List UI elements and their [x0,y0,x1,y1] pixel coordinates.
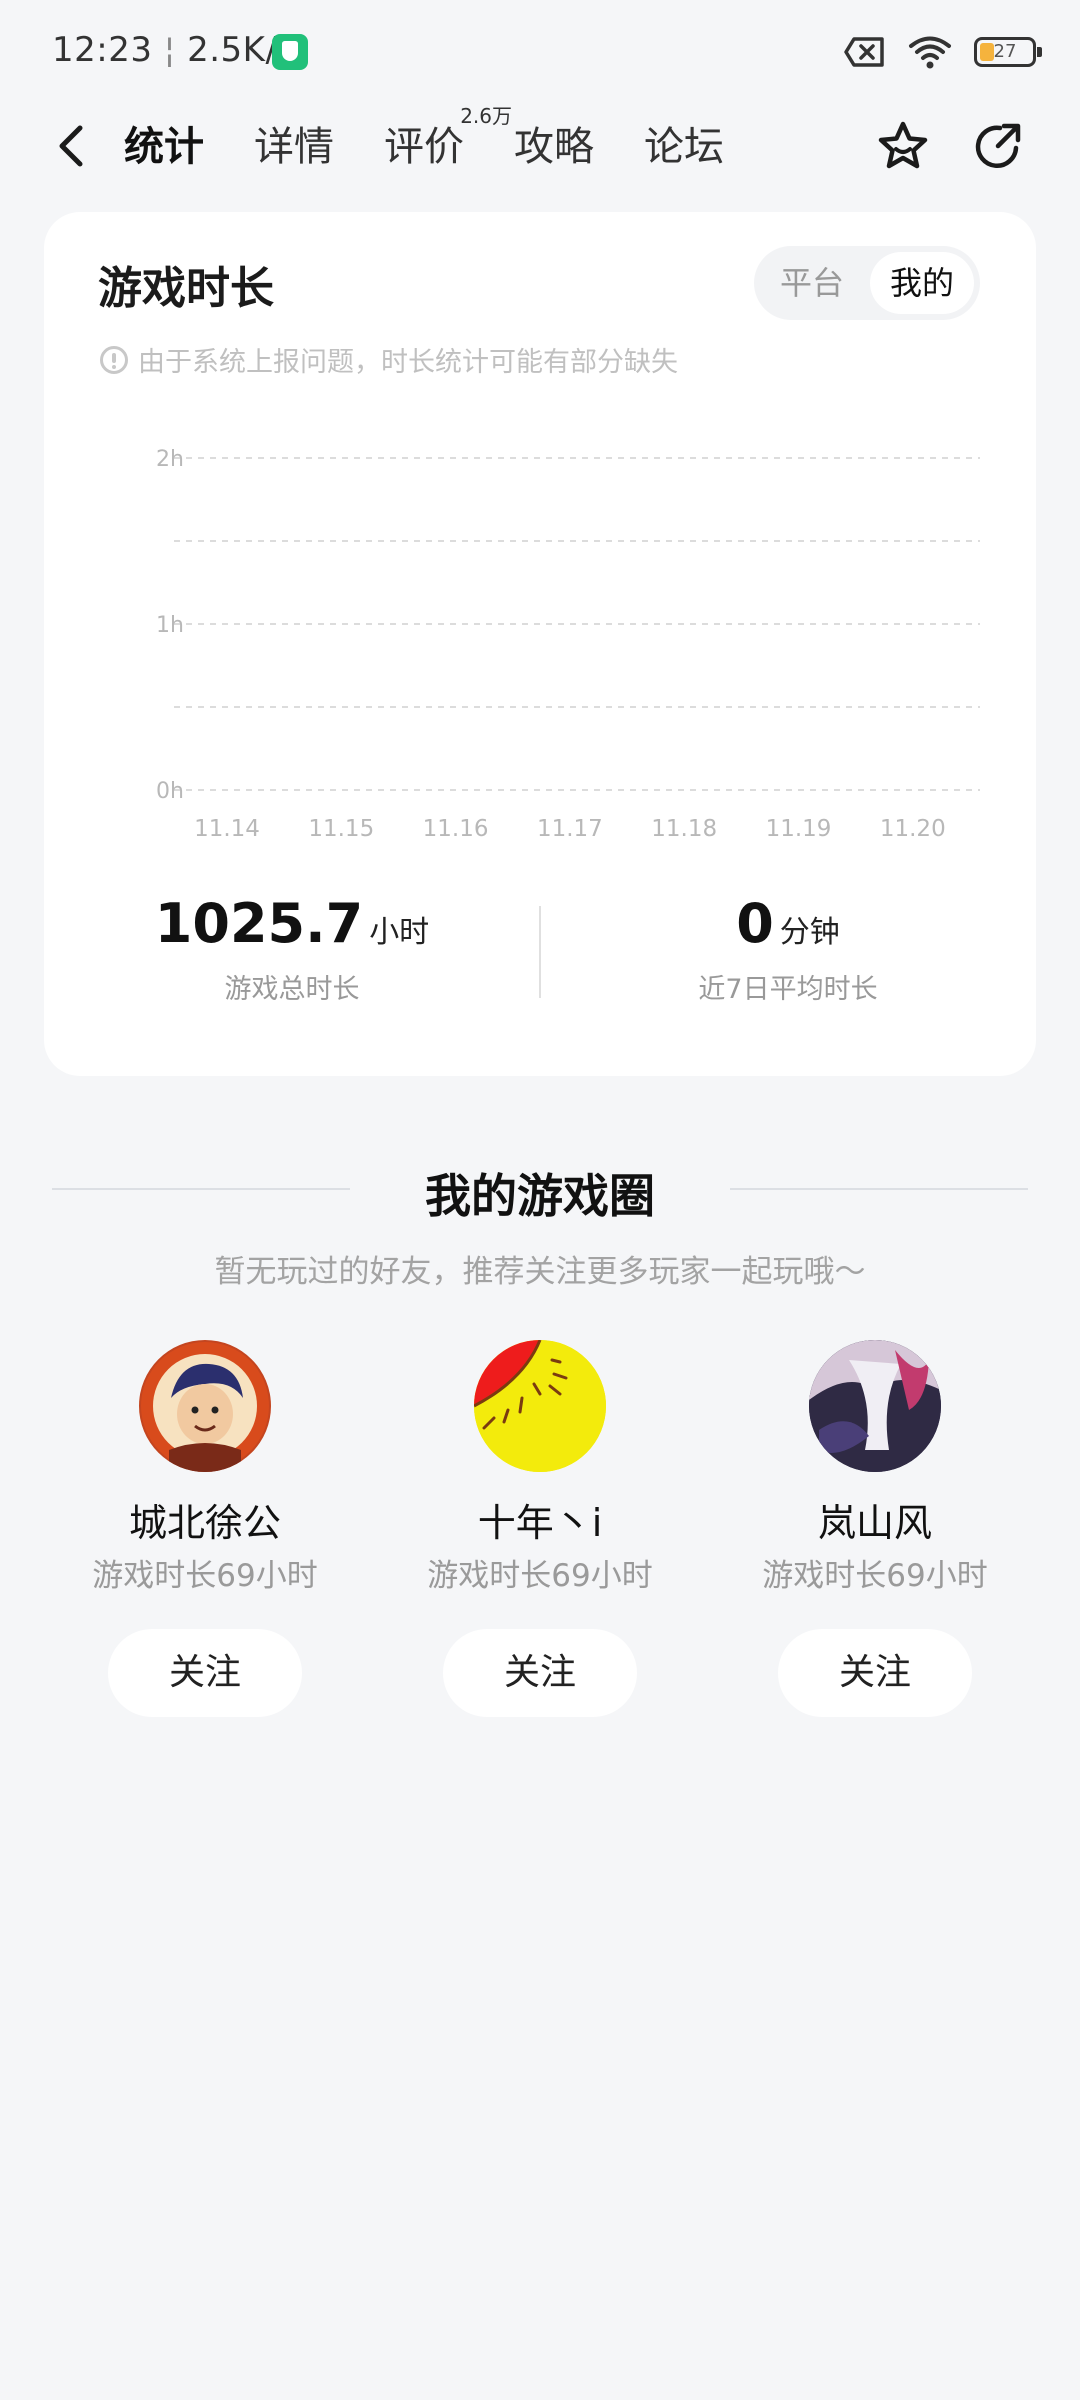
shield-icon [272,34,308,70]
follow-button[interactable]: 关注 [443,1629,637,1717]
status-bar: 12:23 ¦ 2.5K/s 27 [0,0,1080,100]
friend-name: 城北徐公 [128,1501,281,1545]
average-time-value: 0 [736,892,774,955]
friend-card: 城北徐公 游戏时长69小时 关注 [37,1340,373,1717]
avatar[interactable] [139,1340,271,1472]
tab-bar: 统计 详情 评价 2.6万 攻略 论坛 [120,104,774,182]
tab-reviews[interactable]: 评价 2.6万 [384,104,512,182]
tab-forum[interactable]: 论坛 [644,112,724,182]
total-time-label: 游戏总时长 [224,974,360,1005]
average-time-label: 近7日平均时长 [698,974,878,1005]
game-circle-title: 我的游戏圈 [425,1169,655,1223]
chart-y-tick-label: 0h [156,779,184,804]
play-time-card: 游戏时长 平台 我的 由于系统上报问题，时长统计可能有部分缺失 2h 1h 0h 11… [44,212,1036,1076]
status-separator: ¦ [163,30,176,70]
chart-y-tick-label: 1h [156,613,184,638]
star-icon[interactable] [874,118,932,176]
stats-summary: 1025.7 小时 游戏总时长 0 分钟 近7日平均时长 [44,892,1036,1032]
chart-x-tick-label: 11.18 [651,816,717,842]
chart-x-tick-label: 11.17 [537,816,603,842]
tab-label: 攻略 [514,124,594,170]
chart-x-tick-label: 11.15 [308,816,374,842]
back-arrow-icon[interactable] [52,122,92,170]
average-time-unit: 分钟 [779,915,840,950]
tab-label: 详情 [254,124,334,170]
total-time-value: 1025.7 [154,892,364,955]
status-time: 12:23 ¦ 2.5K/s [52,30,296,70]
tab-label: 统计 [124,124,204,170]
average-time-stat: 0 分钟 近7日平均时长 [540,892,1036,1006]
battery-level: 27 [993,41,1017,62]
avatar[interactable] [474,1340,606,1472]
avatar[interactable] [809,1340,941,1472]
top-nav: 统计 详情 评价 2.6万 攻略 论坛 [0,104,1080,188]
tab-label: 评价 [384,124,464,170]
battery-icon: 27 [974,37,1042,67]
chart-x-tick-label: 11.16 [423,816,489,842]
friend-name: 十年丶i [477,1501,603,1545]
follow-button[interactable]: 关注 [778,1629,972,1717]
game-circle-subtitle: 暂无玩过的好友，推荐关注更多玩家一起玩哦～ [214,1254,866,1290]
chart-x-tick-label: 11.14 [194,816,260,842]
friend-name: 岚山风 [817,1501,932,1545]
title-divider-right [730,1188,1028,1190]
sim-off-icon [844,36,886,68]
review-count-badge: 2.6万 [460,104,512,128]
chart-x-tick-label: 11.19 [766,816,832,842]
total-time-unit: 小时 [369,915,430,950]
total-time-stat: 1025.7 小时 游戏总时长 [44,892,540,1006]
tab-stats[interactable]: 统计 [120,112,208,182]
follow-button[interactable]: 关注 [108,1629,302,1717]
friend-card: 十年丶i 游戏时长69小时 关注 [372,1340,708,1717]
friend-card: 岚山风 游戏时长69小时 关注 [707,1340,1043,1717]
tab-details[interactable]: 详情 [254,112,334,182]
clock-text: 12:23 [52,30,153,70]
tab-guides[interactable]: 攻略 [514,112,594,182]
chart-x-tick-label: 11.20 [880,816,946,842]
chart-y-tick-label: 2h [156,447,184,472]
tab-label: 论坛 [644,124,724,170]
friend-play-time: 游戏时长69小时 [427,1558,653,1594]
wifi-icon [908,35,952,69]
share-icon[interactable] [970,118,1028,176]
friend-play-time: 游戏时长69小时 [762,1558,988,1594]
friend-play-time: 游戏时长69小时 [92,1558,318,1594]
